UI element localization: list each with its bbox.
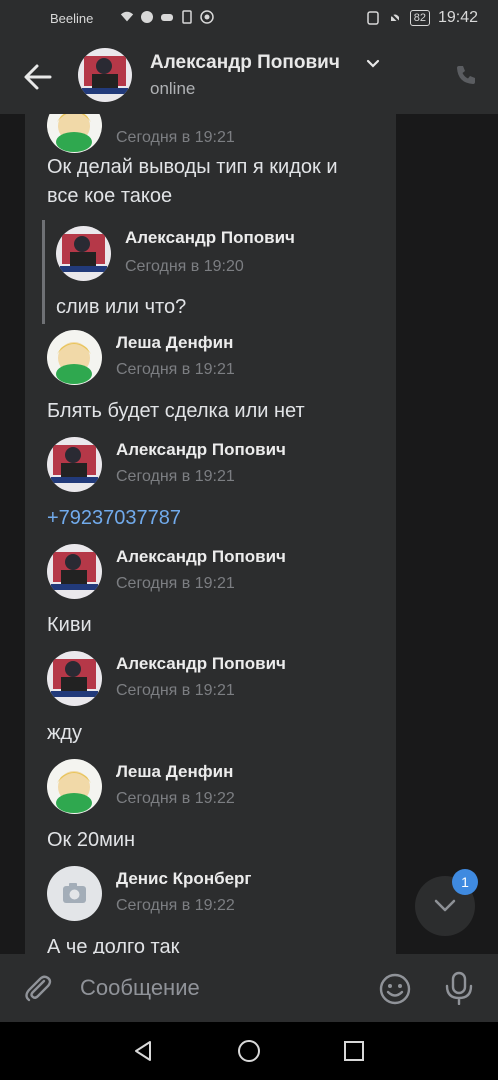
message-sender[interactable]: Александр Попович — [116, 440, 286, 460]
photo-avatar-image — [47, 437, 102, 492]
chevron-down-icon — [434, 899, 456, 912]
message-sender[interactable]: Денис Кронберг — [116, 869, 252, 889]
back-arrow-icon[interactable] — [22, 62, 54, 92]
message-text: все кое такое — [47, 185, 173, 207]
message-time: Сегодня в 19:21 — [116, 361, 235, 378]
message-text: А че долго так — [47, 936, 180, 954]
photo-avatar-image — [78, 48, 132, 102]
status-bar: Beeline 82 19:42 — [0, 0, 498, 38]
anime-avatar-image — [47, 114, 102, 153]
message-composer — [0, 954, 498, 1022]
message-time: Сегодня в 19:22 — [116, 897, 235, 914]
mute-icon — [387, 11, 402, 25]
game-icon — [161, 14, 173, 21]
chat-header: Александр Попович online — [0, 38, 498, 114]
camera-placeholder-icon — [47, 866, 102, 921]
avatar[interactable] — [47, 437, 102, 492]
nav-recents-icon[interactable] — [343, 1040, 365, 1062]
status-icons-left — [120, 10, 214, 24]
download-icon — [182, 10, 192, 24]
photo-avatar-image — [47, 651, 102, 706]
message-time: Сегодня в 19:21 — [116, 468, 235, 485]
quoted-time: Сегодня в 19:20 — [125, 258, 244, 275]
quoted-sender: Александр Попович — [125, 228, 295, 247]
nfc-icon — [366, 11, 379, 25]
message-header: Леша Денфин Сегодня в 19:21 — [47, 330, 377, 386]
message-sender[interactable]: Александр Попович — [116, 547, 286, 567]
nav-back-icon[interactable] — [131, 1039, 155, 1063]
chat-title[interactable]: Александр Попович — [150, 52, 340, 74]
message-text: Ок 20мин — [47, 829, 136, 851]
nav-home-icon[interactable] — [237, 1039, 261, 1063]
chevron-down-icon[interactable] — [366, 58, 380, 70]
message-time: Сегодня в 19:21 — [116, 575, 235, 592]
avatar[interactable] — [47, 651, 102, 706]
message-icon — [141, 11, 153, 23]
message-time: Сегодня в 19:22 — [116, 790, 235, 807]
message-header: Александр Попович Сегодня в 19:21 — [47, 544, 377, 600]
anime-avatar-image — [47, 759, 102, 814]
photo-avatar-image — [56, 226, 111, 281]
message-header: Александр Попович Сегодня в 19:21 — [47, 437, 377, 493]
message-sender[interactable]: Александр Попович — [116, 654, 286, 674]
message-sender[interactable]: Леша Денфин — [116, 762, 233, 782]
unread-badge: 1 — [452, 869, 478, 895]
message-time: Сегодня в 19:21 — [116, 129, 235, 146]
microphone-icon[interactable] — [444, 971, 474, 1005]
avatar[interactable] — [47, 330, 102, 385]
battery-indicator: 82 — [409, 10, 430, 26]
phone-link[interactable]: +79237037787 — [47, 505, 181, 531]
carrier-label: Beeline — [50, 11, 94, 26]
photo-avatar-image — [47, 544, 102, 599]
paperclip-icon[interactable] — [22, 972, 54, 1004]
message-text: Блять будет сделка или нет — [47, 400, 305, 422]
avatar[interactable] — [47, 544, 102, 599]
avatar[interactable] — [78, 48, 132, 102]
chat-history[interactable]: Сегодня в 19:21 Ок делай выводы тип я ки… — [0, 114, 498, 954]
message-time: Сегодня в 19:21 — [116, 682, 235, 699]
avatar[interactable] — [47, 759, 102, 814]
anime-avatar-image — [47, 330, 102, 385]
message-header: Леша Денфин Сегодня в 19:22 — [47, 759, 377, 815]
message-text: Киви — [47, 614, 92, 636]
message-text: Ок делай выводы тип я кидок и — [47, 156, 338, 178]
message-text: жду — [47, 722, 83, 744]
online-status: online — [150, 79, 196, 98]
chrome-icon — [200, 10, 214, 24]
message-header: Александр Попович Сегодня в 19:21 — [47, 651, 377, 707]
message-input[interactable] — [70, 968, 380, 1008]
avatar[interactable] — [56, 226, 111, 281]
phone-icon[interactable] — [454, 63, 478, 87]
quoted-message[interactable]: Александр Попович Сегодня в 19:20 слив и… — [42, 220, 385, 324]
system-navigation-bar — [0, 1022, 498, 1080]
status-time: 19:42 — [437, 9, 478, 26]
avatar[interactable] — [47, 866, 102, 921]
message-sender[interactable]: Леша Денфин — [116, 333, 233, 353]
message-header: Сегодня в 19:21 — [47, 114, 377, 154]
message-header: Денис Кронберг Сегодня в 19:22 — [47, 866, 377, 922]
avatar[interactable] — [47, 114, 102, 153]
wifi-icon — [120, 11, 134, 22]
quoted-text: слив или что? — [56, 296, 187, 318]
status-icons-right: 82 19:42 — [366, 9, 478, 27]
emoji-icon[interactable] — [379, 973, 411, 1005]
